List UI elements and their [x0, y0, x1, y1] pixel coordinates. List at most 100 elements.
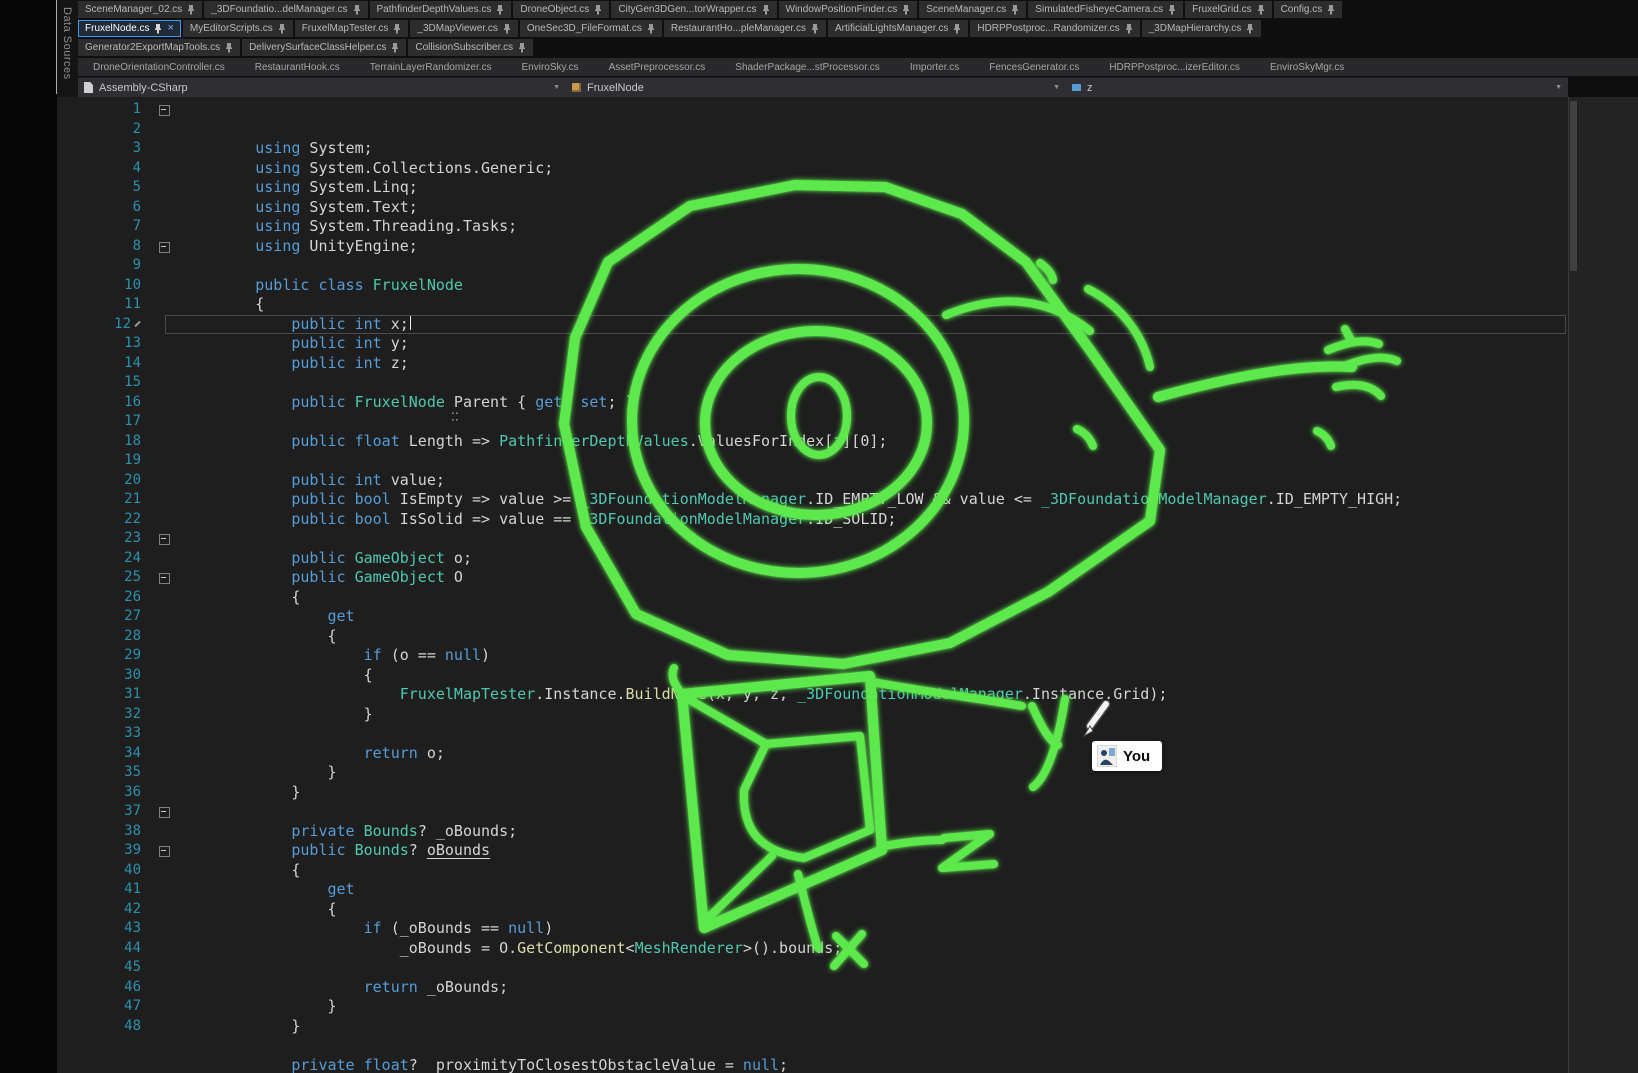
editor-tab[interactable]: HDRPPostproc...Randomizer.cs: [970, 20, 1139, 37]
pin-icon[interactable]: [1246, 24, 1254, 34]
code-line: 14 public FruxelNode Parent { get; set; …: [57, 354, 1568, 374]
editor-tab[interactable]: RestaurantHook.cs: [240, 58, 355, 76]
pin-icon[interactable]: [154, 24, 162, 34]
editor-tab[interactable]: SceneManager.cs: [919, 1, 1026, 18]
line-number: 45: [57, 958, 153, 978]
editor-tab[interactable]: CityGen3DGen...torWrapper.cs: [611, 1, 776, 18]
line-number: 31: [57, 685, 153, 705]
pin-icon[interactable]: [518, 43, 526, 53]
editor-tab[interactable]: HDRPPostproc...izerEditor.cs: [1094, 58, 1255, 76]
code-line: 18 public int value;: [57, 432, 1568, 452]
code-line: 2 using System.Collections.Generic;: [57, 120, 1568, 140]
code-line: 1 using System;: [57, 100, 1568, 120]
scrollbar-thumb[interactable]: [1570, 101, 1577, 271]
editor-tab[interactable]: EnviroSky.cs: [507, 58, 594, 76]
pin-icon[interactable]: [278, 24, 286, 34]
chevron-down-icon[interactable]: ▼: [545, 84, 560, 91]
editor-tab[interactable]: Generator2ExportMapTools.cs: [78, 39, 240, 56]
pin-icon[interactable]: [496, 5, 504, 15]
chevron-down-icon[interactable]: ▼: [1045, 84, 1060, 91]
editor-tab[interactable]: MyEditorScripts.cs: [183, 20, 293, 37]
pin-icon[interactable]: [762, 5, 770, 15]
editor-tab[interactable]: CollisionSubscriber.cs: [408, 39, 533, 56]
code-text: {: [177, 861, 337, 881]
editor-tab[interactable]: DeliverySurfaceClassHelper.cs: [242, 39, 406, 56]
tab-label: PathfinderDepthValues.cs: [377, 4, 492, 15]
pin-icon[interactable]: [393, 24, 401, 34]
editor-tab[interactable]: _3DMapHierarchy.cs: [1142, 20, 1262, 37]
data-sources-side-tab[interactable]: Data Sources: [57, 0, 78, 97]
close-icon[interactable]: ×: [167, 23, 173, 34]
pin-icon[interactable]: [1168, 5, 1176, 15]
project-dropdown[interactable]: Assembly-CSharp ▼: [78, 78, 566, 97]
editor-tab[interactable]: FruxelNode.cs ×: [78, 20, 181, 37]
pin-icon[interactable]: [811, 24, 819, 34]
pin-icon[interactable]: [647, 24, 655, 34]
fold-icon[interactable]: [153, 802, 177, 822]
pin-icon[interactable]: [1125, 24, 1133, 34]
editor-tab[interactable]: _3DMapViewer.cs: [410, 20, 517, 37]
chevron-down-icon[interactable]: ▼: [1547, 84, 1562, 91]
editor-tab[interactable]: SceneManager_02.cs: [78, 1, 202, 18]
code-text: }: [177, 744, 300, 764]
line-number: 26: [57, 588, 153, 608]
fold-icon[interactable]: [153, 100, 177, 120]
line-number: 21: [57, 490, 153, 510]
editor-tab[interactable]: Config.cs: [1274, 1, 1343, 18]
type-dropdown[interactable]: FruxelNode ▼: [566, 78, 1066, 97]
editor-tab[interactable]: _3DFoundatio...delManager.cs: [204, 1, 367, 18]
pin-icon[interactable]: [187, 5, 195, 15]
pin-icon[interactable]: [353, 5, 361, 15]
editor-tab[interactable]: FencesGenerator.cs: [974, 58, 1094, 76]
line-number: 48: [57, 1017, 153, 1037]
code-text: return o;: [177, 705, 445, 725]
code-text: {: [177, 256, 273, 276]
editor-tab[interactable]: DroneObject.cs: [513, 1, 609, 18]
editor-tab[interactable]: EnviroSkyMgr.cs: [1255, 58, 1359, 76]
editor-tab[interactable]: AssetPreprocessor.cs: [594, 58, 721, 76]
editor-tab[interactable]: ShaderPackage...stProcessor.cs: [720, 58, 895, 76]
editor-tab[interactable]: SimulatedFisheyeCamera.cs: [1028, 1, 1183, 18]
code-editor[interactable]: 1 using System; 2 using System.Collectio…: [57, 97, 1568, 1073]
pin-icon[interactable]: [1327, 5, 1335, 15]
tab-label: DeliverySurfaceClassHelper.cs: [249, 42, 386, 53]
editor-tab[interactable]: FruxelGrid.cs: [1185, 1, 1271, 18]
pin-icon[interactable]: [594, 5, 602, 15]
pin-icon[interactable]: [953, 24, 961, 34]
member-dropdown[interactable]: z ▼: [1066, 78, 1568, 97]
fold-icon[interactable]: [153, 237, 177, 257]
editor-tab[interactable]: FruxelMapTester.cs: [295, 20, 409, 37]
fold-icon[interactable]: [153, 568, 177, 588]
code-text: {: [177, 822, 300, 842]
editor-tab[interactable]: WindowPositionFinder.cs: [779, 1, 918, 18]
editor-tab[interactable]: PathfinderDepthValues.cs: [370, 1, 512, 18]
editor-tab[interactable]: Importer.cs: [895, 58, 974, 76]
line-number: 22: [57, 510, 153, 530]
line-number: 36: [57, 783, 153, 803]
pin-icon[interactable]: [1257, 5, 1265, 15]
code-text: public int value;: [177, 432, 445, 452]
editor-tab[interactable]: DroneOrientationController.cs: [78, 58, 240, 76]
pin-icon[interactable]: [391, 43, 399, 53]
code-text: [177, 919, 273, 939]
editor-tab[interactable]: TerrainLayerRandomizer.cs: [355, 58, 507, 76]
pin-icon[interactable]: [503, 24, 511, 34]
line-number: 33: [57, 724, 153, 744]
fold-icon[interactable]: [153, 841, 177, 861]
editor-tab[interactable]: RestaurantHo...pleManager.cs: [664, 20, 826, 37]
code-line: 41 if (_oBounds == null): [57, 880, 1568, 900]
code-line: 47: [57, 997, 1568, 1017]
code-text: using System.Text;: [177, 159, 418, 179]
line-number: 5: [57, 178, 153, 198]
code-line: 45 }: [57, 958, 1568, 978]
line-number: 41: [57, 880, 153, 900]
code-line: 28 {: [57, 627, 1568, 647]
pin-icon[interactable]: [1011, 5, 1019, 15]
editor-tab[interactable]: ArtificialLightsManager.cs: [828, 20, 968, 37]
fold-icon[interactable]: [153, 529, 177, 549]
editor-tab[interactable]: OneSec3D_FileFormat.cs: [520, 20, 662, 37]
pin-icon[interactable]: [902, 5, 910, 15]
pin-icon[interactable]: [225, 43, 233, 53]
stray-dots: ::: [449, 410, 462, 423]
code-text: [177, 997, 273, 1017]
